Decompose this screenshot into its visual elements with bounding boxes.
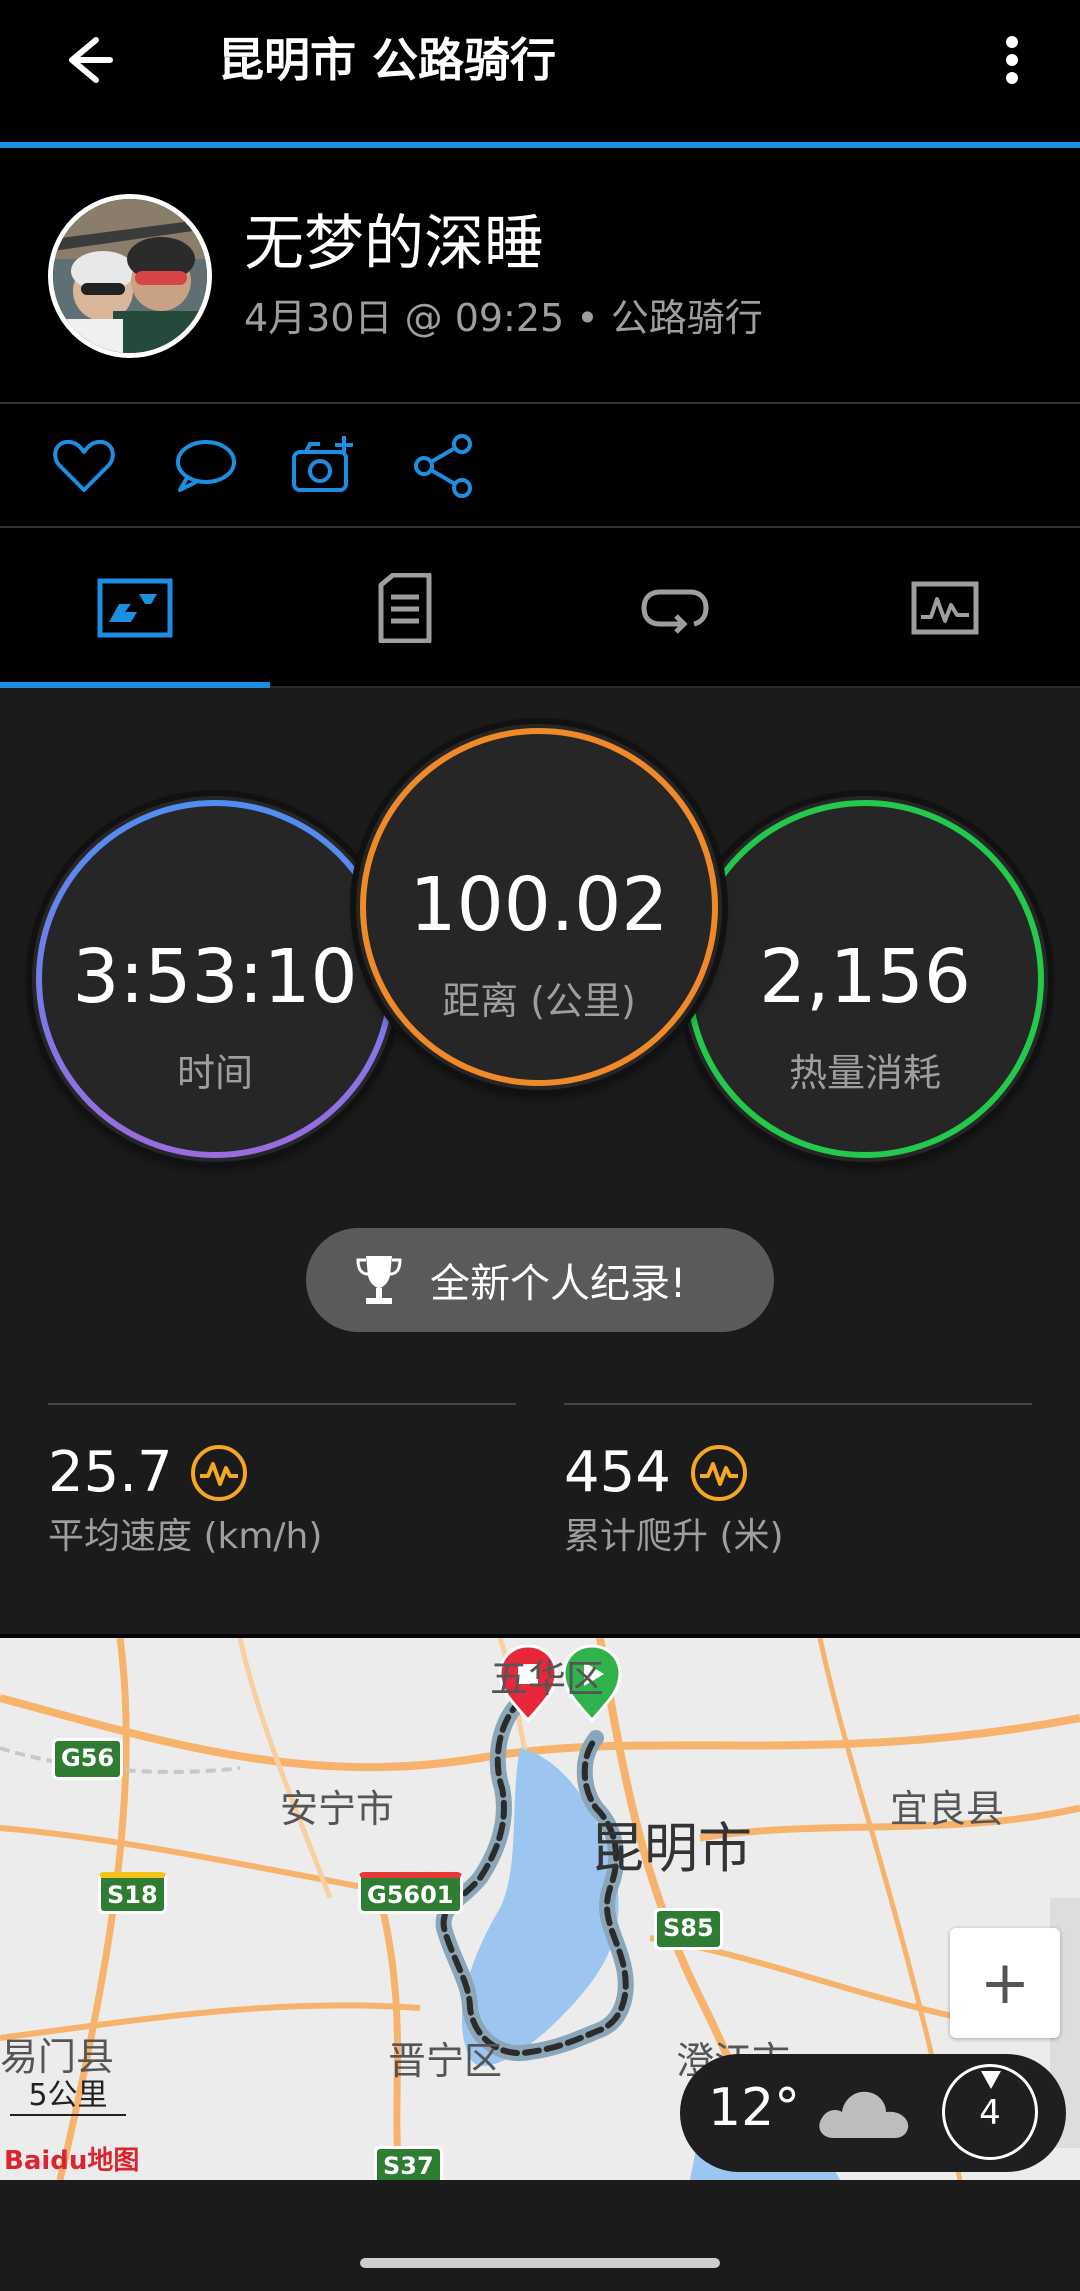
zoom-in-button[interactable]: + bbox=[950, 1928, 1060, 2038]
time-value: 3:53:10 bbox=[72, 934, 358, 1020]
stat-divider bbox=[564, 1403, 1032, 1405]
tab-laps[interactable] bbox=[540, 528, 810, 688]
activity-meta: 4月30日 @ 09:25 • 公路骑行 bbox=[244, 296, 763, 340]
activity-profile: 无梦的深睡 4月30日 @ 09:25 • 公路骑行 bbox=[0, 148, 1080, 404]
summary-tab-icon bbox=[97, 578, 173, 638]
time-label: 时间 bbox=[176, 1051, 253, 1095]
map-label-wuhua: 五华区 bbox=[490, 1657, 605, 1701]
time-ring: 3:53:10 时间 bbox=[32, 796, 398, 1162]
top-app-bar: 昆明市 公路骑行 bbox=[0, 0, 1080, 142]
wind-speed: 4 bbox=[979, 2093, 1001, 2133]
laps-tab-icon bbox=[641, 589, 709, 634]
distance-ring: 100.02 距离 (公里) bbox=[356, 724, 722, 1090]
tab-summary[interactable] bbox=[0, 528, 270, 688]
road-shield-g5601: G5601 bbox=[358, 1872, 463, 1914]
map-label-kunming: 昆明市 bbox=[590, 1817, 752, 1880]
tab-charts[interactable] bbox=[810, 528, 1080, 688]
heart-icon[interactable] bbox=[50, 432, 118, 500]
performance-icon[interactable] bbox=[190, 1444, 248, 1502]
calories-label: 热量消耗 bbox=[788, 1051, 941, 1095]
calories-ring: 2,156 热量消耗 bbox=[682, 796, 1048, 1162]
record-label: 全新个人纪录! bbox=[430, 1261, 687, 1307]
system-home-indicator[interactable] bbox=[360, 2258, 720, 2268]
map-provider-logo: Baidu地图 bbox=[4, 2146, 140, 2176]
details-tab-icon bbox=[378, 573, 432, 643]
distance-label: 距离 (公里) bbox=[442, 979, 636, 1023]
map-label-jinning: 晋宁区 bbox=[388, 2039, 503, 2083]
add-photo-icon[interactable] bbox=[290, 432, 358, 500]
avatar[interactable] bbox=[48, 194, 212, 358]
map-label-yiliang: 宜良县 bbox=[890, 1787, 1005, 1831]
stat-divider bbox=[48, 1403, 516, 1405]
map-scale: 5公里 bbox=[10, 2070, 126, 2116]
action-bar bbox=[0, 404, 1080, 528]
performance-icon[interactable] bbox=[690, 1444, 748, 1502]
back-arrow-icon[interactable] bbox=[52, 28, 116, 92]
tab-details[interactable] bbox=[270, 528, 540, 688]
road-shield-s37: S37 bbox=[374, 2146, 443, 2180]
wind-direction-icon bbox=[981, 2071, 1001, 2089]
road-shield-g56: G56 bbox=[52, 1738, 124, 1780]
avg-speed-label: 平均速度 (km/h) bbox=[48, 1516, 323, 1557]
ascent-value: 454 bbox=[564, 1440, 671, 1505]
avg-speed-value: 25.7 bbox=[48, 1440, 173, 1505]
charts-tab-icon bbox=[911, 581, 979, 635]
cloud-icon bbox=[819, 2091, 909, 2138]
page-title: 昆明市 公路骑行 bbox=[218, 33, 557, 87]
bottom-strip bbox=[0, 2180, 1080, 2291]
weather-widget[interactable]: 12° 4 bbox=[680, 2054, 1066, 2172]
ascent-label: 累计爬升 (米) bbox=[564, 1516, 784, 1557]
trophy-icon bbox=[356, 1256, 402, 1304]
distance-value: 100.02 bbox=[409, 862, 669, 948]
more-vertical-icon[interactable] bbox=[988, 28, 1036, 92]
tab-bar bbox=[0, 528, 1080, 688]
personal-record-badge[interactable]: 全新个人纪录! bbox=[306, 1228, 774, 1332]
calories-value: 2,156 bbox=[759, 934, 971, 1020]
map-label-anning: 安宁市 bbox=[280, 1787, 395, 1831]
road-shield-s18: S18 bbox=[98, 1872, 167, 1914]
wind-indicator: 4 bbox=[942, 2064, 1038, 2160]
username: 无梦的深睡 bbox=[244, 209, 544, 279]
road-shield-s85: S85 bbox=[654, 1908, 723, 1950]
weather-temperature: 12° bbox=[708, 2078, 801, 2138]
comment-icon[interactable] bbox=[170, 432, 238, 500]
share-icon[interactable] bbox=[410, 432, 478, 500]
